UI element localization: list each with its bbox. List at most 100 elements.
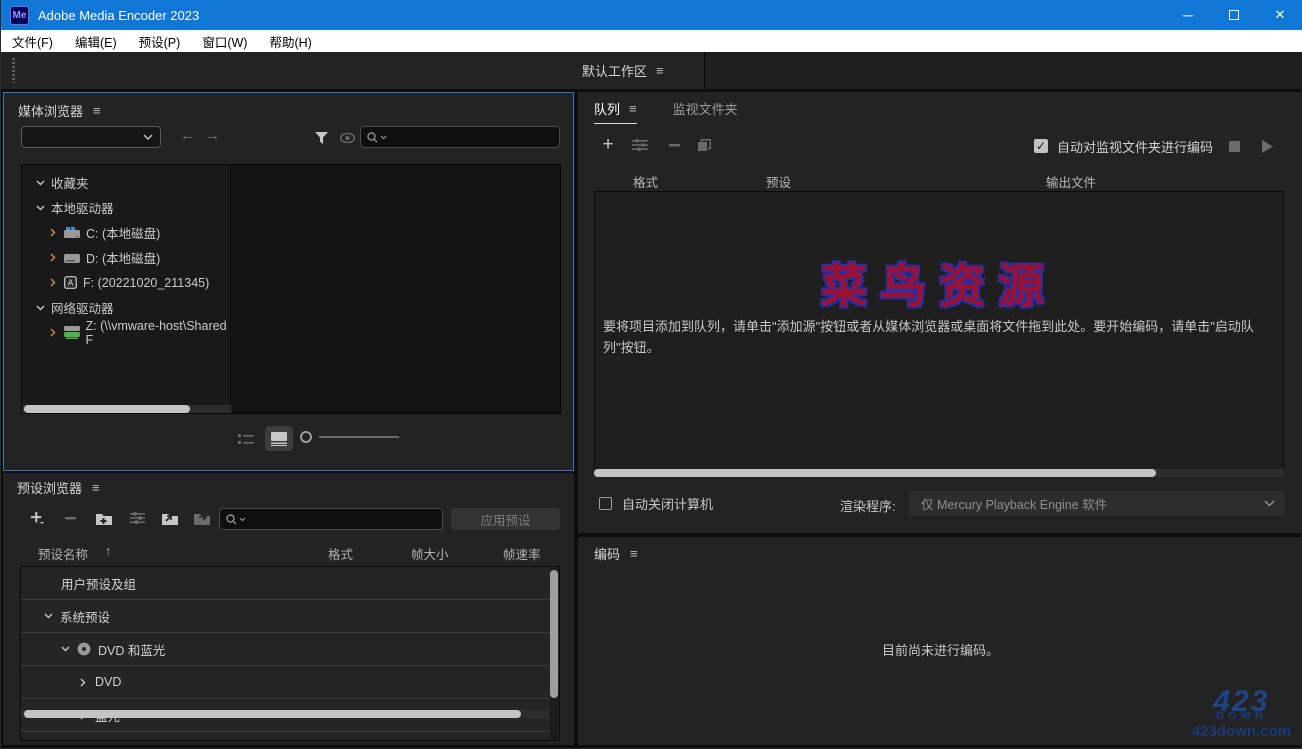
encoding-title: 编码: [594, 544, 620, 563]
start-queue-icon[interactable]: [1255, 135, 1279, 157]
auto-encode-label: 自动对监视文件夹进行编码: [1057, 137, 1213, 156]
tree-item-drive-f[interactable]: A F: (20221020_211345): [22, 270, 230, 295]
col-queue-output: 输出文件: [1046, 172, 1096, 191]
renderer-value: 仅 Mercury Playback Engine 软件: [921, 494, 1107, 513]
col-frame-size[interactable]: 帧大小: [411, 544, 449, 563]
queue-panel: 队列 ≡ 监视文件夹 + ✓ 自动对监视文件夹进行编码: [578, 92, 1302, 533]
preset-table-hscrollbar[interactable]: [21, 710, 549, 718]
tree-item-drive-z[interactable]: Z: (\\vmware-host\Shared F: [22, 320, 230, 345]
queue-menu-icon[interactable]: ≡: [629, 101, 637, 116]
chevron-down-icon[interactable]: [35, 205, 45, 211]
chevron-down-icon[interactable]: [60, 646, 70, 652]
site-watermark-url: 423down.com: [1192, 724, 1291, 739]
filter-icon[interactable]: [310, 128, 332, 148]
chevron-down-icon[interactable]: [35, 305, 45, 311]
minimize-button[interactable]: ─: [1165, 0, 1211, 30]
menu-help[interactable]: 帮助(H): [258, 30, 322, 52]
tab-watch-folders[interactable]: 监视文件夹: [673, 99, 738, 118]
preset-settings-icon[interactable]: [126, 508, 148, 528]
col-preset-name[interactable]: 预设名称: [38, 544, 88, 563]
chevron-right-icon[interactable]: [48, 328, 58, 337]
media-search-input[interactable]: [360, 126, 560, 148]
preset-row-user[interactable]: 用户预设及组: [21, 567, 559, 600]
new-preset-group-icon[interactable]: [93, 508, 115, 528]
media-tree-hscrollbar[interactable]: [22, 405, 231, 413]
queue-drop-area[interactable]: 菜鸟资源 要将项目添加到队列，请单击"添加源"按钮或者从媒体浏览器或桌面将文件拖…: [594, 191, 1284, 473]
queue-hscrollbar[interactable]: [594, 469, 1284, 477]
chevron-right-icon[interactable]: [48, 228, 58, 237]
preset-row-dvd[interactable]: DVD: [21, 666, 559, 699]
drive-d-icon: [64, 252, 80, 264]
media-browser-menu-icon[interactable]: ≡: [93, 103, 101, 118]
encoding-panel: 编码 ≡ 目前尚未进行编码。 423 DOWN 423down.com: [578, 537, 1302, 745]
preset-row-dvd-bluray[interactable]: DVD 和蓝光: [21, 633, 559, 666]
add-output-icon[interactable]: [628, 134, 652, 156]
workspace-tab[interactable]: 默认工作区 ≡: [564, 52, 682, 89]
app-logo-icon: Me: [10, 6, 29, 25]
encoding-empty-message: 目前尚未进行编码。: [578, 640, 1302, 659]
chevron-right-icon[interactable]: [48, 278, 58, 287]
preset-browser-panel: 预设浏览器 ≡: [3, 473, 574, 745]
renderer-label: 渲染程序:: [840, 496, 896, 515]
tree-item-favorites[interactable]: 收藏夹: [22, 170, 230, 195]
encoding-menu-icon[interactable]: ≡: [630, 546, 638, 561]
tree-item-drive-d[interactable]: D: (本地磁盘): [22, 245, 230, 270]
media-browser-title: 媒体浏览器: [18, 101, 83, 120]
preset-row-system[interactable]: 系统预设: [21, 600, 559, 633]
menu-window[interactable]: 窗口(W): [191, 30, 258, 52]
preset-browser-menu-icon[interactable]: ≡: [92, 480, 100, 495]
duplicate-icon[interactable]: [692, 134, 716, 156]
col-frame-rate[interactable]: 帧速率: [503, 544, 541, 563]
col-queue-format: 格式: [633, 172, 658, 191]
queue-table-header: 格式 预设 输出文件: [578, 172, 1302, 190]
media-source-dropdown[interactable]: [21, 126, 161, 148]
sort-up-icon[interactable]: ↑: [105, 544, 111, 558]
menu-edit[interactable]: 编辑(E): [64, 30, 128, 52]
maximize-button[interactable]: [1211, 0, 1257, 30]
zoom-slider-track[interactable]: [319, 436, 399, 438]
media-preview-area: [232, 165, 560, 413]
apply-preset-button[interactable]: 应用预设: [451, 508, 560, 530]
auto-shutdown-checkbox[interactable]: [599, 497, 612, 510]
chevron-down-icon[interactable]: [43, 613, 53, 619]
list-view-button[interactable]: [232, 426, 260, 451]
renderer-dropdown[interactable]: 仅 Mercury Playback Engine 软件: [909, 491, 1285, 516]
forward-arrow-icon[interactable]: →: [205, 127, 220, 144]
tree-item-network-drives[interactable]: 网络驱动器: [22, 295, 230, 320]
workspace-menu-icon[interactable]: ≡: [656, 63, 664, 78]
tree-item-drive-c[interactable]: C: (本地磁盘): [22, 220, 230, 245]
add-source-icon[interactable]: +: [596, 134, 620, 156]
workspace-tab-label: 默认工作区: [582, 61, 647, 80]
preset-table-vscrollbar[interactable]: [550, 568, 558, 739]
chevron-right-icon[interactable]: [78, 678, 88, 687]
zoom-slider-knob[interactable]: [300, 431, 312, 443]
auto-encode-checkbox[interactable]: ✓: [1034, 139, 1048, 153]
chevron-right-icon[interactable]: [48, 253, 58, 262]
preset-search-input[interactable]: [219, 508, 443, 530]
toolbar-grip-handle[interactable]: [12, 58, 15, 83]
eye-icon[interactable]: [336, 128, 358, 148]
remove-source-icon[interactable]: [662, 134, 686, 156]
drive-c-icon: [64, 227, 80, 239]
close-button[interactable]: ✕: [1257, 0, 1302, 30]
chevron-down-icon[interactable]: [35, 180, 45, 186]
stop-queue-icon[interactable]: [1222, 135, 1246, 157]
disc-image-icon: A: [64, 276, 77, 289]
tab-queue[interactable]: 队列 ≡: [594, 99, 637, 124]
menu-preset[interactable]: 预设(P): [128, 30, 192, 52]
thumbnail-view-button[interactable]: [265, 426, 293, 451]
export-preset-icon[interactable]: [191, 508, 213, 528]
window-title: Adobe Media Encoder 2023: [38, 8, 199, 23]
back-arrow-icon[interactable]: ←: [180, 127, 195, 144]
site-watermark: 423 DOWN 423down.com: [1192, 687, 1291, 739]
disc-icon: [77, 642, 91, 656]
media-browser-content: 收藏夹 本地驱动器 C: (本地磁盘) D: (本地磁盘): [21, 164, 561, 414]
import-preset-icon[interactable]: [159, 508, 181, 528]
tree-item-local-drives[interactable]: 本地驱动器: [22, 195, 230, 220]
menu-file[interactable]: 文件(F): [1, 30, 64, 52]
watermark-text: 菜鸟资源: [595, 250, 1283, 316]
col-format[interactable]: 格式: [328, 544, 353, 563]
preset-table: 用户预设及组 系统预设 DVD 和蓝光 DVD 蓝光: [20, 566, 560, 741]
add-preset-icon[interactable]: [27, 508, 49, 528]
remove-preset-icon[interactable]: [59, 508, 81, 528]
